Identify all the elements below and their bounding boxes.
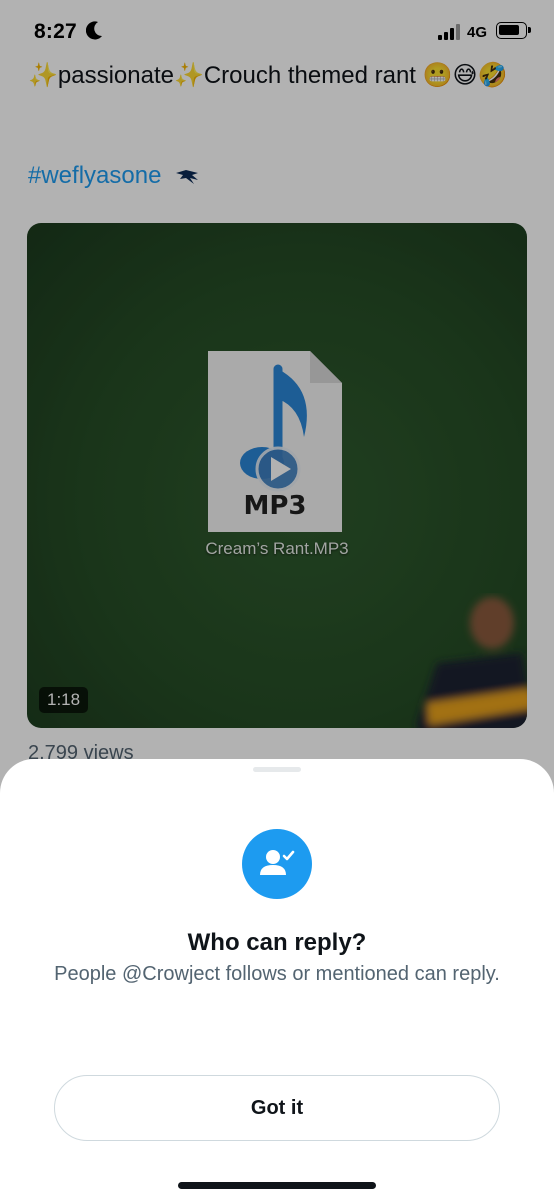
sheet-grabber[interactable] xyxy=(253,767,301,772)
who-can-reply-sheet: Who can reply? People @Crowject follows … xyxy=(0,759,554,1200)
person-check-icon xyxy=(242,829,312,899)
sheet-description: People @Crowject follows or mentioned ca… xyxy=(54,963,500,985)
got-it-button[interactable]: Got it xyxy=(54,1075,500,1141)
screen: 8:27 4G ✨passionate✨Crouch themed rant 😬… xyxy=(0,0,554,1200)
sheet-title: Who can reply? xyxy=(187,929,367,956)
home-indicator[interactable] xyxy=(178,1182,376,1189)
